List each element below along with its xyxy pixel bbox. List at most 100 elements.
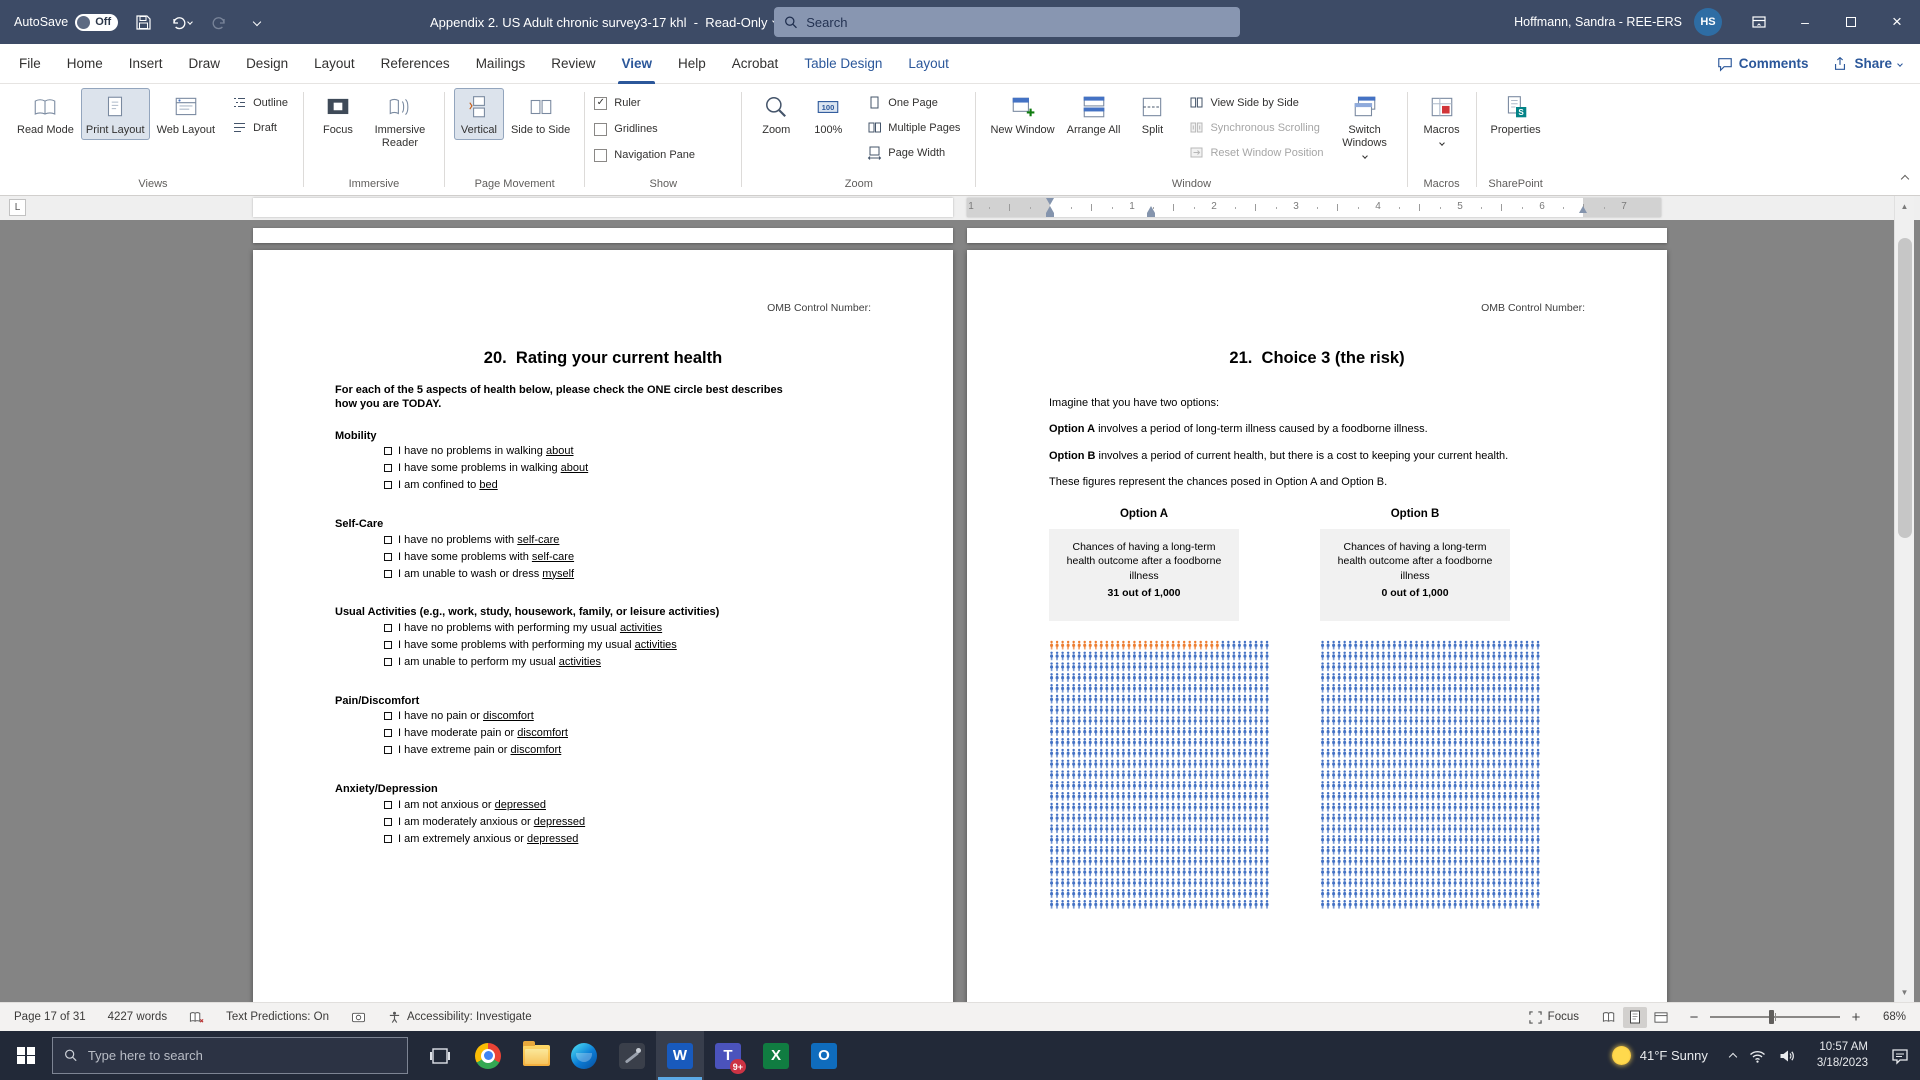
file-explorer-button[interactable]: [512, 1031, 560, 1080]
checkbox-item[interactable]: I have no problems with self-care: [384, 531, 871, 548]
ribbon-tab-insert[interactable]: Insert: [116, 44, 176, 84]
ribbon-display-options-button[interactable]: [1736, 0, 1782, 44]
checkbox-item[interactable]: I have no problems with performing my us…: [384, 620, 871, 637]
edge-button[interactable]: [560, 1031, 608, 1080]
checkbox-item[interactable]: I have some problems in walking about: [384, 460, 871, 477]
ribbon-tab-mailings[interactable]: Mailings: [463, 44, 539, 84]
checkbox-item[interactable]: I have extreme pain or discomfort: [384, 742, 871, 759]
word-count[interactable]: 4227 words: [108, 1011, 167, 1023]
side-to-side-button[interactable]: Side to Side: [506, 88, 575, 140]
ribbon-tab-view[interactable]: View: [608, 44, 665, 84]
left-indent-marker[interactable]: [1046, 213, 1054, 217]
ruler-checkbox[interactable]: ✓ Ruler: [594, 90, 640, 116]
immersive-reader-button[interactable]: Immersive Reader: [365, 88, 435, 153]
avatar[interactable]: HS: [1694, 8, 1722, 36]
checkbox-icon[interactable]: [384, 835, 392, 843]
start-button[interactable]: [0, 1031, 52, 1080]
page-17[interactable]: OMB Control Number: 20. Rating your curr…: [253, 250, 953, 1002]
right-indent-marker[interactable]: [1579, 206, 1587, 213]
vertical-button[interactable]: Vertical: [454, 88, 504, 140]
checkbox-icon[interactable]: [384, 447, 392, 455]
zoom-out-button[interactable]: −: [1687, 1009, 1701, 1026]
checkbox-item[interactable]: I am unable to perform my usual activiti…: [384, 654, 871, 671]
focus-button[interactable]: Focus: [313, 88, 363, 140]
view-side-by-side-button[interactable]: View Side by Side: [1183, 90, 1329, 115]
outline-button[interactable]: Outline: [226, 90, 294, 115]
read-mode-button[interactable]: Read Mode: [12, 88, 79, 140]
checkbox-item[interactable]: I have no pain or discomfort: [384, 708, 871, 725]
weather-widget[interactable]: 41°F Sunny: [1600, 1046, 1720, 1065]
checkbox-icon[interactable]: [384, 553, 392, 561]
undo-button[interactable]: [168, 8, 194, 36]
minimize-button[interactable]: –: [1782, 0, 1828, 44]
ruler-marks[interactable]: 11234567: [967, 198, 1661, 217]
ribbon-tab-home[interactable]: Home: [54, 44, 116, 84]
ribbon-tab-review[interactable]: Review: [538, 44, 608, 84]
scrollbar-thumb[interactable]: [1898, 238, 1912, 538]
table-column-marker[interactable]: [1147, 206, 1155, 213]
chrome-button[interactable]: [464, 1031, 512, 1080]
user-name[interactable]: Hoffmann, Sandra - REE-ERS: [1514, 15, 1682, 29]
checkbox-item[interactable]: I am extremely anxious or depressed: [384, 830, 871, 847]
zoom-button[interactable]: Zoom: [751, 88, 801, 140]
checkbox-icon[interactable]: [384, 641, 392, 649]
checkbox-icon[interactable]: [384, 536, 392, 544]
app-button[interactable]: [608, 1031, 656, 1080]
checkbox-icon[interactable]: [384, 818, 392, 826]
share-button[interactable]: Share: [1820, 56, 1914, 72]
zoom-in-button[interactable]: +: [1849, 1009, 1863, 1026]
checkbox-item[interactable]: I have some problems with performing my …: [384, 637, 871, 654]
save-button[interactable]: [130, 8, 156, 36]
read-mode-view-button[interactable]: [1597, 1007, 1621, 1028]
maximize-button[interactable]: [1828, 0, 1874, 44]
taskbar-search-input[interactable]: [88, 1048, 396, 1063]
taskbar-clock[interactable]: 10:57 AM 3/18/2023: [1805, 1040, 1880, 1071]
one-page-button[interactable]: One Page: [861, 90, 966, 115]
ribbon-tab-draw[interactable]: Draw: [176, 44, 234, 84]
search-bar[interactable]: [774, 7, 1240, 37]
scroll-up-button[interactable]: ▲: [1895, 196, 1914, 216]
zoom-slider-thumb[interactable]: [1769, 1010, 1774, 1024]
multiple-pages-button[interactable]: Multiple Pages: [861, 115, 966, 140]
vertical-scrollbar[interactable]: ▲ ▼: [1894, 196, 1914, 1002]
action-center-button[interactable]: [1880, 1031, 1920, 1080]
navigation-pane-checkbox[interactable]: Navigation Pane: [594, 142, 695, 168]
volume-icon[interactable]: [1779, 1049, 1795, 1063]
checkbox-icon[interactable]: [384, 624, 392, 632]
ribbon-tab-help[interactable]: Help: [665, 44, 719, 84]
tab-selector[interactable]: L: [9, 199, 26, 216]
ruler-left-band[interactable]: [253, 198, 953, 217]
ribbon-tab-acrobat[interactable]: Acrobat: [719, 44, 792, 84]
new-window-button[interactable]: New Window: [985, 88, 1059, 140]
draft-button[interactable]: Draft: [226, 115, 294, 140]
outlook-button[interactable]: O: [800, 1031, 848, 1080]
ribbon-tab-layout[interactable]: Layout: [301, 44, 368, 84]
share-dropdown-icon[interactable]: [1897, 61, 1903, 67]
proofing-status-button[interactable]: [189, 1011, 204, 1024]
split-button[interactable]: Split: [1127, 88, 1177, 140]
checkbox-icon[interactable]: [384, 464, 392, 472]
editor-status-button[interactable]: [351, 1011, 366, 1024]
arrange-all-button[interactable]: Arrange All: [1062, 88, 1126, 140]
checkbox-icon[interactable]: [384, 712, 392, 720]
gridlines-checkbox[interactable]: Gridlines: [594, 116, 657, 142]
accessibility-status[interactable]: Accessibility: Investigate: [388, 1011, 532, 1024]
page-indicator[interactable]: Page 17 of 31: [14, 1011, 86, 1023]
checkbox-item[interactable]: I have some problems with self-care: [384, 548, 871, 565]
document-title[interactable]: Appendix 2. US Adult chronic survey3-17 …: [430, 0, 777, 44]
document-canvas[interactable]: OMB Control Number: 20. Rating your curr…: [0, 220, 1920, 1002]
checkbox-icon[interactable]: [384, 746, 392, 754]
macros-button[interactable]: Macros: [1417, 88, 1467, 148]
ribbon-tab-layout[interactable]: Layout: [895, 44, 962, 84]
undo-dropdown-icon[interactable]: [187, 19, 193, 25]
web-layout-button[interactable]: Web Layout: [152, 88, 221, 140]
autosave-toggle[interactable]: AutoSave Off: [14, 14, 118, 31]
search-input[interactable]: [806, 15, 1230, 30]
checkbox-item[interactable]: I have moderate pain or discomfort: [384, 725, 871, 742]
customize-quick-access-toolbar-button[interactable]: [244, 8, 270, 36]
show-hidden-icons-button[interactable]: [1729, 1053, 1737, 1061]
checkbox-item[interactable]: I have no problems in walking about: [384, 443, 871, 460]
ribbon-tab-references[interactable]: References: [368, 44, 463, 84]
teams-button[interactable]: T 9+: [704, 1031, 752, 1080]
checkbox-item[interactable]: I am unable to wash or dress myself: [384, 565, 871, 582]
